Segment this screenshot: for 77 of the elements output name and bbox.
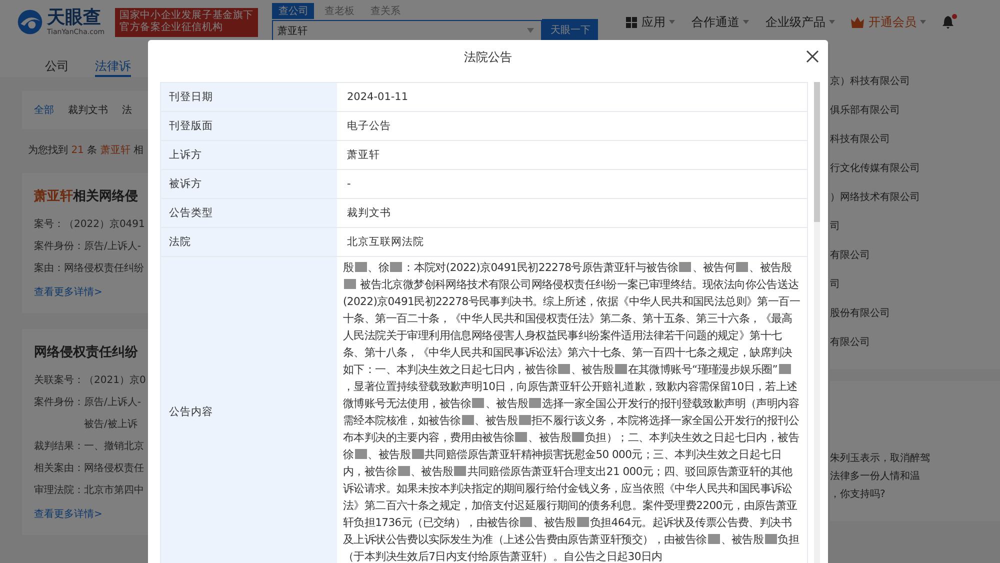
field-label: 案由： [34,262,64,275]
caret-icon [527,28,534,33]
notice-text: 殷 、徐 ：本院对(2022)京0491民初22278号原告萧亚轩与被告徐 、被告何 、被告殷 被告北京微梦创科网络技术有限公司网络侵权责任纠纷一案已审理终结。现依法向你公告送达(2022)京0491民初22278号民事判决书。综上所述，依据《中华人民共和国民法总则》第一百一十条、第一百二十条，《中华人民共和国侵权责任法》第二条、第十五条、第三十六条，《最高人民法院关于审理利用信息网络侵害人身权益民事纠纷案件适用法律若干问题的规定》第十七条、第十八条，《中华人民共和国民事诉讼法》第六十七条、第一百四十七条之规定，缺席判决如下：一、本判决生效之日起七日内，被告徐 、被告殷 在其微博账号“瑾瑾漫步娱乐圈” ，显著位置持续登载致歉声明10日，向原告萧亚轩公开赔礼道歉，致歉内容需保留10日，若上述微博账号无法使用，被告徐 、被告殷 选择一家全国公开发行的报刊登载致歉声明（声明内容需经本院核准，如被告徐 、被告殷 拒不履行该义务，本院将选择一家全国公开发行的报刊公布本判决的主要内容，费用由被告徐 、被告殷 负担）；二、本判决生效之日起七日内，被告徐 、被告殷 共同赔偿原告萧亚轩精神损害抚慰金50 000元；三、本判决生效之日起七日内，被告徐 、被告殷 共同赔偿原告萧亚轩合理支出21 000元；四、驳回原告萧亚轩的其他诉讼请求。如果未按本判决指定的期间履行给付金钱义务，应当依照《中华人民共和国民事诉讼法》第二百六十条之规定，加倍支付迟延履行期间的债务利息。案件受理费2200元，由原告萧亚轩负担1736元（已交纳），由被告徐 、被告殷 负担464元。起诉状及传票公告费、判决书及上诉状公告费以实际发生为准（上述公告费由原告萧亚轩预交），由被告徐 、被告殷 负担（于本判决生效后7日内支付给原告萧亚轩）。自公告之日起30日内 [343,260,801,563]
field-value: 原告/上诉人- [84,240,141,253]
scrollbar[interactable] [814,82,820,563]
search-tab[interactable]: 查公司 [272,3,314,19]
field-value: 网络侵权责任纠纷 [64,262,144,275]
row-label: 公告内容 [161,257,337,563]
details-link[interactable]: 查看更多详情> [34,507,148,521]
filter-tab[interactable]: 裁判文书 [68,103,108,117]
dialog-title: 法院公告 [464,48,512,66]
case-title[interactable]: 萧亚轩相关网络侵 [34,187,148,205]
search-button[interactable]: 天眼一下 [542,19,598,41]
search-field[interactable]: 萧亚轩 [272,20,542,42]
field-value: 原告/上诉人- [84,396,141,409]
nav-link[interactable]: 应用 [641,14,666,30]
company-link[interactable]: 俱乐部有限公司 [830,103,1000,117]
field-label: 案件身份： [34,240,84,253]
result-summary: 为您找到 21 条 萧亚轩 相 [28,144,144,157]
field-label: 案件身份： [34,396,84,409]
row-value: 2024-01-11 [347,91,408,103]
row-label: 刊登版面 [161,112,337,140]
field-value: （2021）京0 [84,374,146,387]
news-text: 朱列玉表示，取消醉驾 [830,452,931,465]
row-value: 萧亚轩 [347,148,380,162]
news-text: ，你支持吗? [830,488,886,501]
company-link[interactable]: 司 [830,277,1000,291]
field-value: 北京市第四中 [84,484,144,497]
filter-tab[interactable]: 全部 [34,103,54,117]
company-link[interactable]: 有限公司 [830,248,1000,262]
row-label: 被诉方 [161,170,337,198]
company-link[interactable]: 有限公司 [830,335,1000,349]
crown-icon[interactable] [851,16,864,28]
company-link[interactable]: 京）科技有限公司 [830,74,1000,88]
page-tab[interactable]: 公司 [45,58,69,77]
field-value: （2022）京0491 [64,218,145,231]
caret-icon [920,20,926,24]
company-link[interactable]: 科技有限公司 [830,132,1000,146]
search-tab[interactable]: 查老板 [318,3,360,19]
page-tab[interactable]: 法律诉 [95,58,131,77]
field-value: 一、撤销北京 [84,440,144,453]
vip-link[interactable]: 开通会员 [868,14,916,30]
details-link[interactable]: 查看更多详情> [34,285,148,299]
company-link[interactable]: 行文化传媒有限公司 [830,161,1000,175]
news-text: 法律多一份人情和温 [830,470,921,483]
caret-icon [743,20,750,24]
caret-icon [829,20,836,24]
caret-icon [669,20,676,24]
grid-icon[interactable] [626,16,638,28]
close-icon[interactable] [806,50,819,63]
nav-link[interactable]: 企业级产品 [765,14,826,30]
official-badge: 国家中小企业发展子基金旗下 官方备案企业征信机构 [114,8,258,36]
row-value: 裁判文书 [347,206,391,220]
row-label: 法院 [161,228,337,256]
eye-logo-icon [16,8,44,36]
field-label: 案号： [34,218,64,231]
field-label: 关联案号： [34,374,84,387]
field-label: 裁判结果： [34,440,84,453]
company-link[interactable]: ）网络技术有限公司 [830,190,1000,204]
row-label: 公告类型 [161,199,337,227]
bell-icon[interactable] [942,16,954,28]
case-title[interactable]: 网络侵权责任纠纷 [34,343,148,361]
company-link[interactable]: 股份有限公司 [830,306,1000,320]
row-value: 电子公告 [347,119,391,133]
company-link[interactable]: 司 [830,219,1000,233]
row-label: 上诉方 [161,141,337,169]
logo-name: 天眼查 [47,8,102,28]
field-label: 审理法院： [34,484,84,497]
nav-link[interactable]: 合作通道 [691,14,740,30]
field-label: 相关案由： [34,462,84,475]
field-value: 被告/被上诉 [84,418,138,431]
filter-tab[interactable]: 法 [122,103,132,117]
search-tab[interactable]: 查关系 [364,3,406,19]
row-label: 刊登日期 [161,83,337,111]
field-value: 网络侵权责任 [84,462,144,475]
row-value: 北京互联网法院 [347,235,424,249]
row-value: - [347,178,351,190]
